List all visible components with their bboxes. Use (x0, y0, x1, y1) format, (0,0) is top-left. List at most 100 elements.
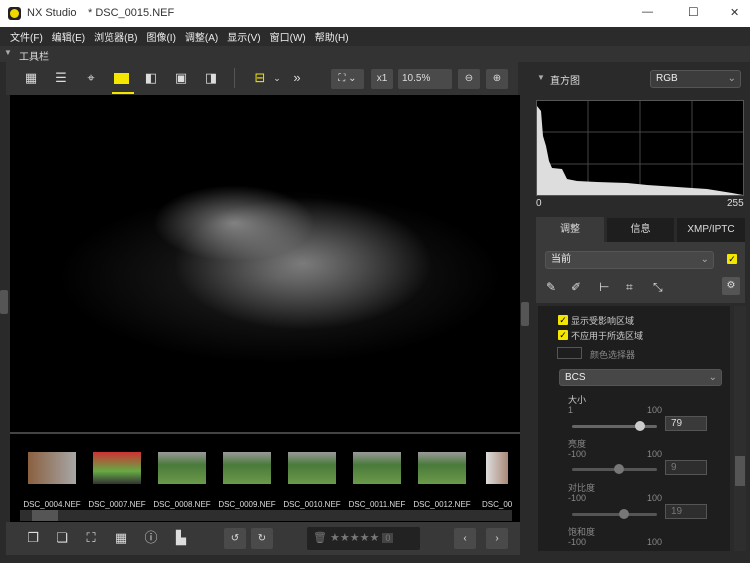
slider-max: 100 (647, 493, 663, 503)
previous-button[interactable]: ‹ (454, 528, 476, 549)
not-apply-checkbox[interactable]: ✓ (558, 330, 568, 340)
mode-select[interactable]: BCS ⌄ (559, 369, 722, 386)
size-slider[interactable] (572, 421, 657, 431)
divider (234, 68, 235, 88)
menu-adjust[interactable]: 调整(A) (185, 29, 218, 44)
size-input[interactable]: 79 (665, 416, 707, 431)
rating-stars[interactable]: ★★★★★ (330, 532, 379, 544)
not-apply-label: 不应用于所选区域 (571, 331, 644, 341)
menu-file[interactable]: 文件(F) (10, 29, 43, 44)
menu-window[interactable]: 窗口(W) (270, 29, 306, 44)
panel-scrollbar[interactable] (734, 306, 746, 551)
info-icon[interactable]: ⓘ (142, 530, 160, 546)
menu-edit[interactable]: 编辑(E) (52, 29, 85, 44)
filmstrip: DSC_0004.NEF DSC_0007.NEF DSC_0008.NEF D… (10, 432, 520, 522)
thumbnail[interactable] (486, 452, 508, 484)
fullscreen-icon[interactable]: ⛶ (82, 530, 100, 546)
tab-label: XMP/IPTC (687, 224, 735, 235)
trash-icon[interactable]: 🗑 (313, 532, 327, 544)
histogram-icon[interactable]: ▙ (172, 530, 190, 546)
histogram-min: 0 (536, 198, 542, 209)
thumbnail[interactable] (353, 452, 401, 484)
tab-adjust[interactable]: 调整 (536, 217, 604, 242)
next-button[interactable]: › (486, 528, 508, 549)
tab-info[interactable]: 信息 (607, 218, 674, 242)
value: 79 (671, 418, 683, 429)
before-after-icon[interactable]: ◨ (202, 70, 220, 86)
filmstrip-scrollbar[interactable] (20, 510, 512, 521)
histogram-title: 直方图 (550, 76, 580, 87)
straighten-icon[interactable]: ⊢ (599, 280, 609, 294)
thumbnail-label: DSC_0011.NEF (348, 500, 406, 509)
thumbnail[interactable] (418, 452, 466, 484)
slider-min: -100 (568, 537, 587, 547)
image-viewer[interactable] (10, 95, 520, 432)
color-picker-label: 颜色选择器 (590, 350, 636, 360)
compare-4-icon[interactable]: ▣ (172, 70, 190, 86)
single-view-icon[interactable] (112, 70, 130, 86)
crop-icon[interactable]: ⌗ (626, 280, 633, 295)
tab-xmp-iptc[interactable]: XMP/IPTC (677, 218, 745, 242)
fit-screen-button[interactable]: ⛶ ⌄ (331, 69, 364, 89)
zoom-in-button[interactable]: ⊕ (486, 69, 508, 89)
value: 19 (671, 506, 683, 517)
right-panel-toggle[interactable] (521, 302, 529, 326)
map-icon[interactable]: ⌖ (82, 70, 100, 86)
enable-checkbox[interactable]: ✓ (727, 254, 737, 264)
chevron-down-icon[interactable]: ⌄ (268, 70, 286, 86)
rotate-left-button[interactable]: ↺ (224, 528, 246, 549)
actual-size-button[interactable]: x1 (371, 69, 393, 89)
color-swatch[interactable] (557, 347, 582, 359)
menu-view[interactable]: 显示(V) (227, 29, 260, 44)
maximize-button[interactable]: ☐ (688, 5, 699, 19)
tab-label: 调整 (560, 224, 580, 235)
menu-image[interactable]: 图像(I) (146, 29, 175, 44)
compare-2-icon[interactable]: ◧ (142, 70, 160, 86)
slider-max: 100 (647, 537, 663, 547)
grid-overlay-icon[interactable]: ▦ (112, 530, 130, 546)
left-panel-toggle[interactable] (0, 290, 8, 314)
thumbnail-label: DSC_0008.NEF (153, 500, 211, 509)
channel-select[interactable]: RGB ⌄ (650, 70, 741, 88)
color-control-point-icon[interactable]: ✎ (546, 280, 556, 294)
grid-view-icon[interactable]: ▦ (22, 70, 40, 86)
contrast-slider[interactable] (572, 509, 657, 519)
slider-knob[interactable] (614, 464, 624, 474)
menu-help[interactable]: 帮助(H) (315, 29, 349, 44)
retouch-brush-icon[interactable]: ✐ (571, 280, 581, 294)
contrast-input[interactable]: 19 (665, 504, 707, 519)
brightness-slider[interactable] (572, 464, 657, 474)
collapse-icon[interactable]: ▼ (537, 73, 545, 82)
slider-min: -100 (568, 449, 587, 459)
thumbnail[interactable] (28, 452, 76, 484)
thumbnail[interactable] (158, 452, 206, 484)
stack-back-icon[interactable]: ❏ (53, 530, 71, 546)
thumbnail[interactable] (288, 452, 336, 484)
menu-browser[interactable]: 浏览器(B) (94, 29, 137, 44)
thumbnail[interactable] (93, 452, 141, 484)
thumbnail-label: DSC_0010.NEF (283, 500, 341, 509)
slider-min: 1 (568, 405, 574, 415)
settings-button[interactable]: ⚙ (722, 277, 740, 295)
more-button[interactable]: » (288, 70, 306, 86)
brightness-input[interactable]: 9 (665, 460, 707, 475)
rotate-right-button[interactable]: ↻ (251, 528, 273, 549)
slider-min: -100 (568, 493, 587, 503)
slider-knob[interactable] (619, 509, 629, 519)
slider-knob[interactable] (635, 421, 645, 431)
zoom-out-button[interactable]: ⊖ (458, 69, 480, 89)
toolbar-header[interactable]: ▼ 工具栏 (0, 46, 750, 63)
list-view-icon[interactable]: ☰ (52, 70, 70, 86)
scrollbar-thumb[interactable] (735, 456, 745, 486)
zoom-select[interactable]: 10.5% (398, 69, 452, 89)
scrollbar-thumb[interactable] (32, 510, 58, 521)
thumbnail[interactable] (223, 452, 271, 484)
histogram-graph (537, 101, 743, 195)
filmstrip-layout-icon[interactable]: ⊟ (251, 70, 269, 86)
stack-front-icon[interactable]: ❐ (24, 530, 42, 546)
close-button[interactable]: ✕ (730, 6, 739, 19)
preset-select[interactable]: 当前 ⌄ (545, 251, 714, 269)
minimize-button[interactable]: — (642, 6, 653, 18)
show-affected-checkbox[interactable]: ✓ (558, 315, 568, 325)
perspective-icon[interactable]: ⤡ (653, 280, 663, 295)
